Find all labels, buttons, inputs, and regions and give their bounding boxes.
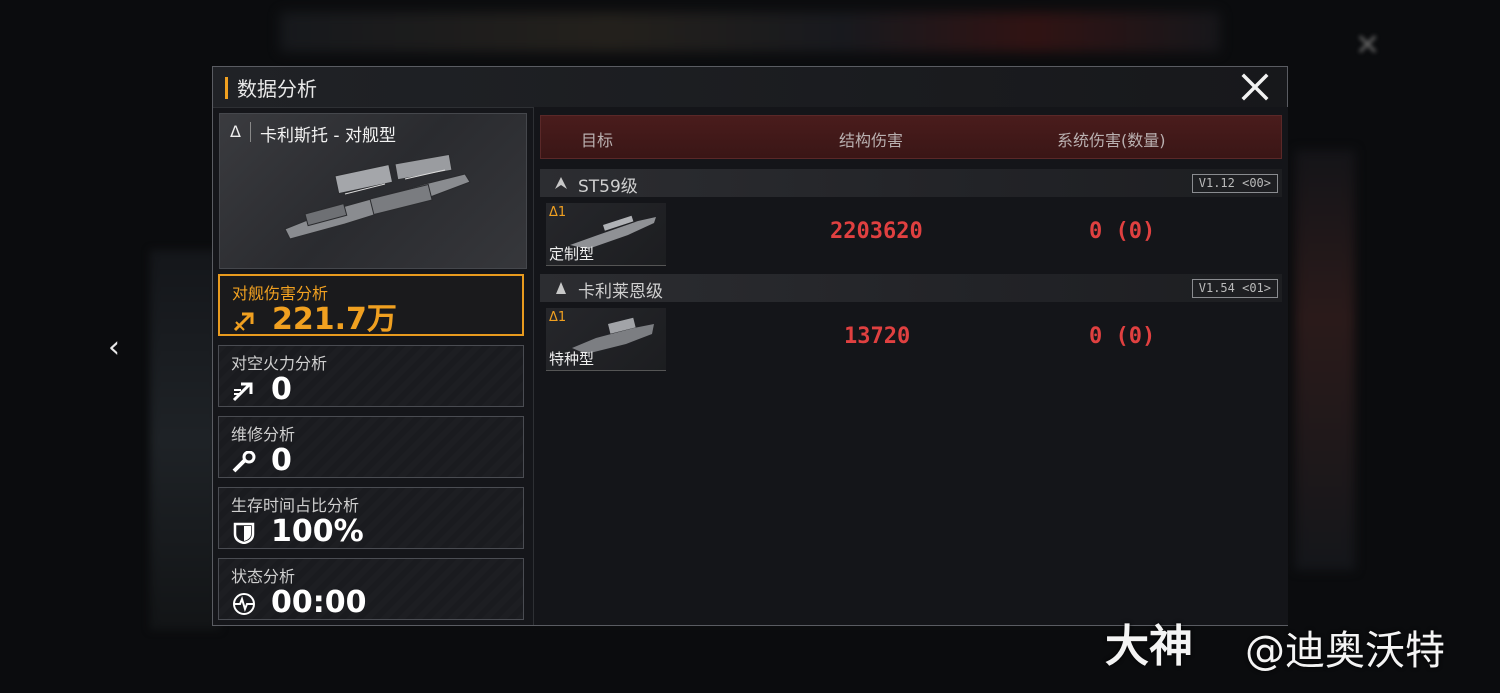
title-accent-bar xyxy=(225,77,228,99)
background-close-icon: ✕ xyxy=(1355,28,1381,63)
ship-variant-label: 特种型 xyxy=(549,350,595,368)
version-badge: V1.54 <01> xyxy=(1191,279,1278,298)
target-ship-thumbnail[interactable]: Δ1 特种型 xyxy=(546,308,666,371)
shield-icon xyxy=(233,522,255,544)
stat-label: 状态分析 xyxy=(231,567,296,586)
dialog-header: 数据分析 xyxy=(213,67,1287,108)
ship-class-name: ST59级 xyxy=(578,177,638,197)
ship-variant-label: 定制型 xyxy=(549,245,595,263)
tier-label: Δ1 xyxy=(549,310,567,325)
anti-air-icon xyxy=(232,382,253,402)
stat-value: 100% xyxy=(271,514,364,549)
status-pulse-icon xyxy=(233,593,255,615)
system-damage-value: 0 (0) xyxy=(1089,324,1156,349)
background-left-panel xyxy=(150,250,220,630)
structure-damage-value: 13720 xyxy=(844,324,911,349)
ship-class-group: ST59级 V1.12 <00> xyxy=(540,169,1282,197)
damage-table: 目标 结构伤害 系统伤害(数量) ST59级 V1.12 <00> Δ1 定制型… xyxy=(533,107,1288,625)
structure-damage-value: 2203620 xyxy=(830,219,923,244)
stat-survival-time[interactable]: 生存时间占比分析 100% xyxy=(218,487,524,549)
column-header-system-damage: 系统伤害(数量) xyxy=(1057,131,1166,150)
watermark-brand: 大神 xyxy=(1105,621,1193,672)
stat-anti-ship[interactable]: 对舰伤害分析 221.7万 xyxy=(218,274,524,337)
stat-value: 00:00 xyxy=(271,585,367,620)
stat-status[interactable]: 状态分析 00:00 xyxy=(218,558,524,620)
stat-label: 生存时间占比分析 xyxy=(231,496,360,515)
table-row: Δ1 特种型 13720 0 (0) xyxy=(540,306,1282,372)
close-button[interactable] xyxy=(1237,69,1273,105)
stat-label: 对空火力分析 xyxy=(231,354,328,373)
stat-label: 对舰伤害分析 xyxy=(232,284,329,303)
stat-value: 221.7万 xyxy=(272,302,397,337)
stat-value: 0 xyxy=(271,443,292,478)
system-damage-value: 0 (0) xyxy=(1089,219,1156,244)
close-icon xyxy=(1241,73,1269,101)
wrench-icon xyxy=(232,451,256,473)
ship-name: 卡利斯托 - 对舰型 xyxy=(260,126,396,146)
version-badge: V1.12 <00> xyxy=(1191,174,1278,193)
ship-class-group: 卡利莱恩级 V1.54 <01> xyxy=(540,274,1282,302)
ship-class-icon xyxy=(556,282,566,294)
anti-ship-icon xyxy=(233,312,254,332)
ship-tier-icon: Δ xyxy=(230,122,241,141)
divider xyxy=(250,122,251,142)
target-ship-thumbnail[interactable]: Δ1 定制型 xyxy=(546,203,666,266)
stat-repair[interactable]: 维修分析 0 xyxy=(218,416,524,478)
background-top-bar xyxy=(280,12,1220,52)
column-header-structure-damage: 结构伤害 xyxy=(839,131,904,150)
column-header-target: 目标 xyxy=(581,131,614,150)
tier-label: Δ1 xyxy=(549,205,567,220)
watermark-user: @迪奥沃特 xyxy=(1245,628,1445,674)
ship-card: Δ 卡利斯托 - 对舰型 xyxy=(219,113,527,269)
ship-model-icon xyxy=(284,154,471,240)
table-header: 目标 结构伤害 系统伤害(数量) xyxy=(540,115,1282,159)
previous-arrow-icon[interactable]: ‹ xyxy=(108,330,120,365)
dialog-title: 数据分析 xyxy=(237,77,317,101)
ship-class-name: 卡利莱恩级 xyxy=(578,282,663,302)
stat-value: 0 xyxy=(271,372,292,407)
ship-class-icon xyxy=(555,177,567,189)
table-row: Δ1 定制型 2203620 0 (0) xyxy=(540,201,1282,267)
background-right-panel xyxy=(1295,150,1355,570)
stat-label: 维修分析 xyxy=(231,425,296,444)
stat-anti-air[interactable]: 对空火力分析 0 xyxy=(218,345,524,407)
